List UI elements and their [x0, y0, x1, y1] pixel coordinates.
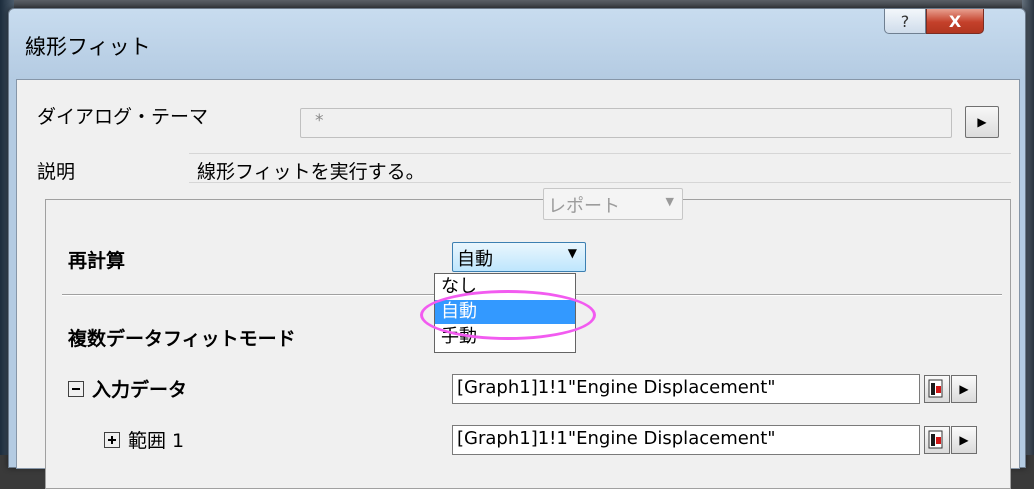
- select-range-from-graph-button[interactable]: [924, 426, 950, 454]
- recalculate-label: 再計算: [68, 250, 126, 272]
- help-icon: ?: [900, 11, 910, 31]
- multi-data-fit-mode-combo: レポート ▼: [543, 188, 683, 220]
- title-bar[interactable]: 線形フィット ? X: [9, 9, 1025, 79]
- range-1-label: 範囲 1: [104, 426, 184, 453]
- description-label: 説明: [37, 161, 76, 183]
- linear-fit-dialog: 線形フィット ? X ダイアログ・テーマ * ▶ 説明 線形フィットを実行する。…: [8, 8, 1026, 489]
- dialog-theme-menu-button[interactable]: ▶: [965, 106, 999, 138]
- close-button[interactable]: X: [926, 9, 984, 34]
- description-text: 線形フィットを実行する。: [197, 161, 425, 183]
- select-from-graph-button[interactable]: [924, 375, 950, 403]
- multi-data-fit-mode-label: 複数データフィットモード: [68, 328, 296, 350]
- multi-data-fit-mode-value: レポート: [548, 196, 620, 217]
- range-1-field[interactable]: [Graph1]1!1"Engine Displacement": [452, 425, 920, 455]
- expand-icon[interactable]: [104, 432, 120, 448]
- range-1-menu-button[interactable]: ▶: [951, 426, 977, 454]
- help-button[interactable]: ?: [884, 9, 926, 34]
- play-arrow-icon: ▶: [959, 382, 969, 396]
- dialog-theme-field[interactable]: *: [300, 108, 952, 138]
- highlight-ellipse: [420, 290, 596, 340]
- chevron-down-icon: ▼: [665, 195, 674, 208]
- input-data-field[interactable]: [Graph1]1!1"Engine Displacement": [452, 374, 920, 404]
- close-icon: X: [948, 11, 962, 31]
- select-data-icon: [928, 430, 943, 449]
- recalculate-combo[interactable]: 自動 ▼: [452, 242, 586, 272]
- dialog-theme-label: ダイアログ・テーマ: [37, 106, 209, 128]
- recalculate-value: 自動: [457, 249, 493, 270]
- dialog-title: 線形フィット: [25, 35, 151, 59]
- input-data-menu-button[interactable]: ▶: [951, 375, 977, 403]
- select-data-icon: [928, 379, 943, 398]
- input-data-label: 入力データ: [68, 375, 187, 402]
- chevron-down-icon: ▼: [567, 246, 577, 260]
- play-arrow-icon: ▶: [977, 115, 987, 129]
- collapse-icon[interactable]: [68, 381, 84, 397]
- play-arrow-icon: ▶: [959, 433, 969, 447]
